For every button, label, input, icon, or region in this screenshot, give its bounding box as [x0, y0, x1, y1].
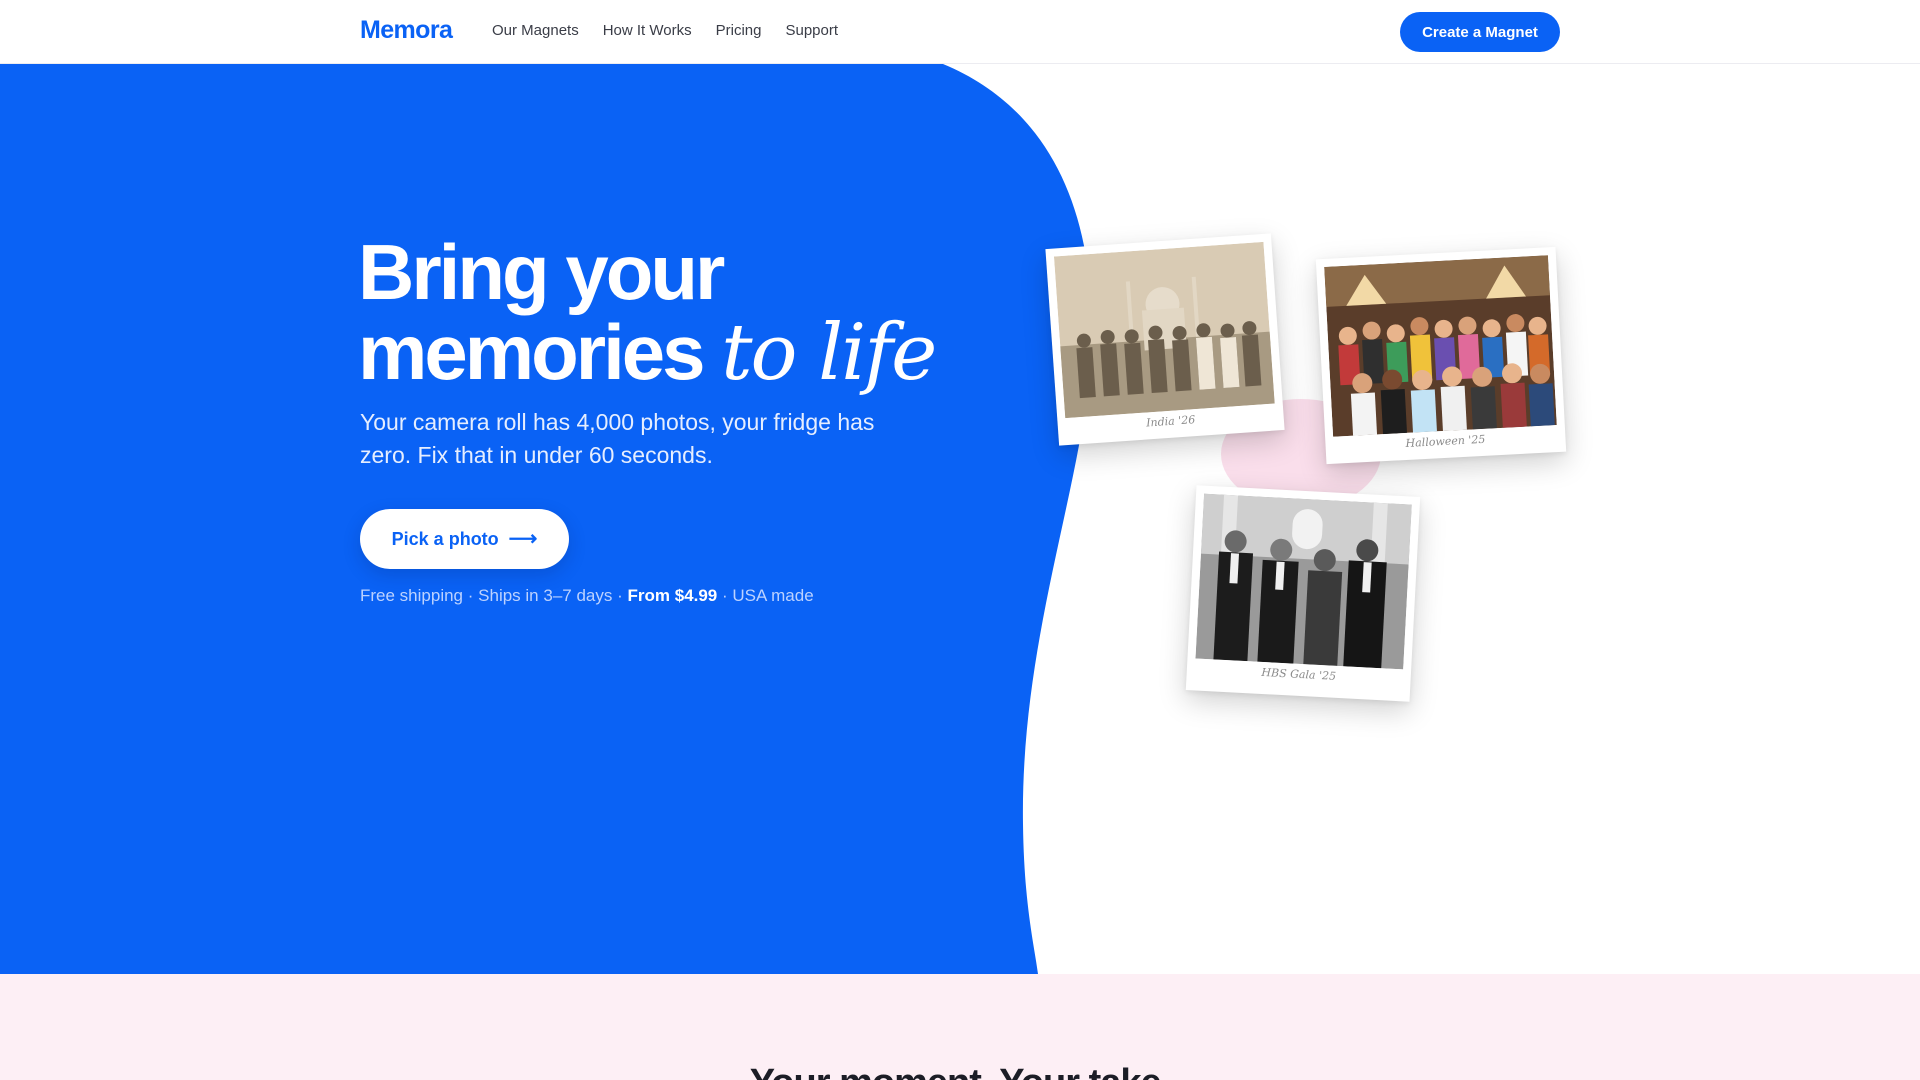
polaroid-card: India '26	[1045, 233, 1285, 446]
polaroid-card: Halloween '25	[1315, 246, 1567, 465]
landing-page: Memora Our Magnets How It Works Pricing …	[0, 0, 1920, 1080]
feature-usa-made: USA made	[732, 586, 814, 605]
feature-separator: ·	[467, 586, 474, 605]
nav-how-it-works[interactable]: How It Works	[603, 22, 692, 39]
group-photo-image	[1053, 241, 1275, 419]
site-header: Memora Our Magnets How It Works Pricing …	[0, 0, 1920, 64]
feature-price: From $4.99	[627, 586, 718, 605]
pick-photo-label: Pick a photo	[391, 528, 499, 549]
hero-title: Bring your memories to life	[358, 232, 998, 393]
next-section: Your moment. Your take.	[0, 974, 1920, 1080]
hero-title-line1: Bring your	[358, 228, 725, 316]
hero-title-main: memories	[358, 308, 706, 396]
gala-photo-image	[1195, 493, 1412, 670]
hero-features: Free shipping · Ships in 3–7 days · From…	[360, 586, 814, 606]
brand-logo[interactable]: Memora	[360, 16, 453, 45]
create-magnet-button[interactable]: Create a Magnet	[1400, 12, 1560, 52]
main-nav: Our Magnets How It Works Pricing Support	[492, 22, 838, 39]
hero-section: Bring your memories to life Your camera …	[0, 64, 1920, 974]
feature-separator: ·	[722, 586, 728, 605]
nav-support[interactable]: Support	[785, 22, 838, 39]
hero-title-line2: memories to life	[358, 312, 998, 393]
feature-ships-in: Ships in 3–7 days	[478, 586, 613, 605]
hero-subtitle: Your camera roll has 4,000 photos, your …	[360, 409, 875, 468]
polaroid-card: HBS Gala '25	[1185, 485, 1421, 702]
arrow-right-icon: ⟶	[508, 528, 538, 550]
pick-photo-button[interactable]: Pick a photo ⟶	[360, 509, 569, 569]
feature-free-shipping: Free shipping	[360, 586, 464, 605]
hero-title-accent: to life	[721, 308, 937, 398]
party-photo-image	[1324, 255, 1557, 437]
feature-separator: ·	[617, 586, 623, 605]
hero-blue-shape	[0, 64, 1093, 974]
section-heading: Your moment. Your take.	[0, 1062, 1920, 1080]
nav-pricing[interactable]: Pricing	[716, 22, 762, 39]
nav-our-magnets[interactable]: Our Magnets	[492, 22, 579, 39]
